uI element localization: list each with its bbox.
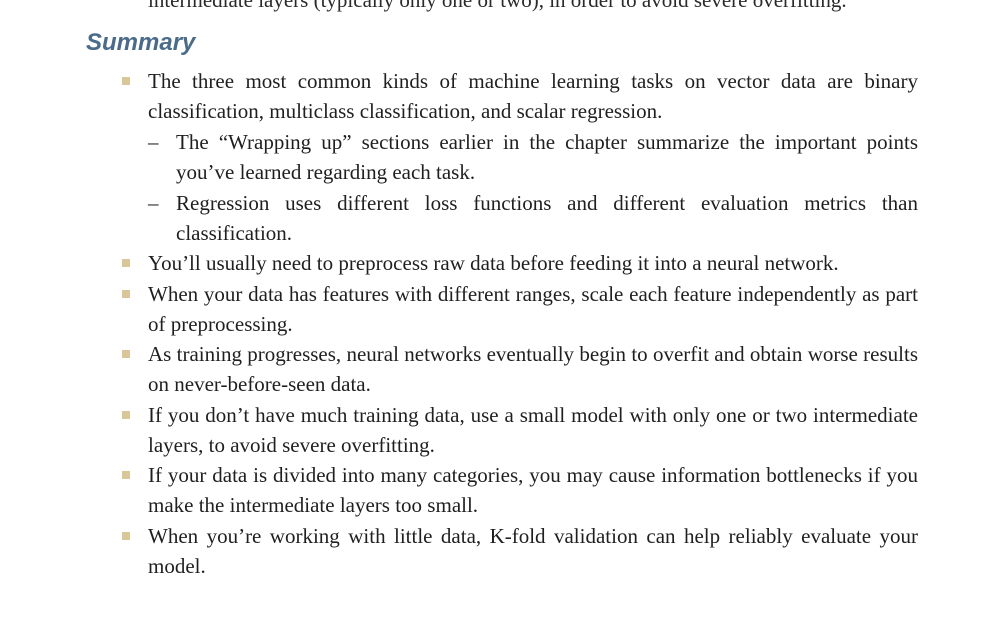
summary-item-text: You’ll usually need to preprocess raw da… — [148, 251, 839, 275]
summary-item-5: If you don’t have much training data, us… — [0, 400, 918, 460]
sub-item-text: The “Wrapping up” sections earlier in th… — [176, 130, 918, 184]
bullet-square-icon — [122, 471, 130, 479]
dash-marker: – — [148, 130, 159, 154]
summary-item-text: The three most common kinds of machine l… — [148, 69, 918, 123]
summary-item-6: If your data is divided into many catego… — [0, 460, 918, 520]
sub-item-text: Regression uses different loss functions… — [176, 190, 918, 245]
bullet-square-icon — [122, 77, 130, 85]
sub-item-2: – Regression uses different loss functio… — [148, 188, 918, 248]
sub-item-1: – The “Wrapping up” sections earlier in … — [148, 127, 918, 187]
bullet-square-icon — [122, 350, 130, 358]
previous-text-fragment: intermediate layers (typically only one … — [148, 0, 847, 12]
summary-item-text: When your data has features with differe… — [148, 281, 918, 336]
bullet-square-icon — [122, 410, 130, 419]
bullet-square-icon — [122, 259, 130, 267]
summary-item-3: When your data has features with differe… — [0, 279, 918, 339]
dash-marker: – — [148, 190, 159, 215]
summary-item-4: As training progresses, neural networks … — [0, 339, 918, 399]
summary-item-text: As training progresses, neural networks … — [148, 342, 918, 396]
summary-list: The three most common kinds of machine l… — [0, 66, 998, 581]
summary-item-text: If you don’t have much training data, us… — [148, 402, 918, 457]
summary-item-1: The three most common kinds of machine l… — [0, 66, 918, 248]
summary-item-7: When you’re working with little data, K-… — [0, 521, 918, 581]
sub-list: – The “Wrapping up” sections earlier in … — [148, 127, 918, 248]
summary-item-2: You’ll usually need to preprocess raw da… — [0, 248, 918, 278]
section-heading: Summary — [86, 29, 196, 56]
summary-item-text: If your data is divided into many catego… — [148, 463, 918, 517]
bullet-square-icon — [122, 289, 130, 298]
bullet-square-icon — [122, 531, 130, 540]
summary-item-text: When you’re working with little data, K-… — [148, 523, 918, 578]
